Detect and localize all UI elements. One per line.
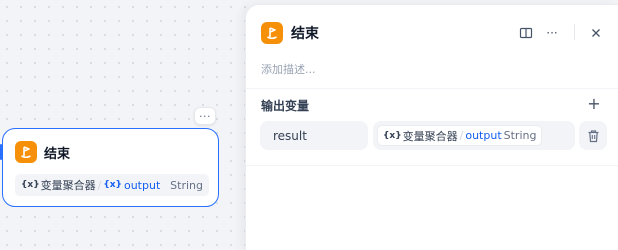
header-divider bbox=[574, 24, 575, 40]
panel-title[interactable]: 结束 bbox=[291, 23, 319, 43]
panel-end-icon bbox=[261, 22, 283, 44]
add-variable-button[interactable]: + bbox=[586, 96, 602, 113]
output-value-selector[interactable]: {x} 变量聚合器 / output String bbox=[373, 121, 575, 150]
variable-name: output bbox=[465, 129, 502, 142]
variable-source: 变量聚合器 bbox=[40, 179, 96, 192]
section-divider bbox=[246, 165, 618, 166]
output-name-input[interactable]: result bbox=[260, 121, 368, 150]
variable-icon: {x} bbox=[21, 180, 40, 190]
variable-source: 变量聚合器 bbox=[402, 129, 458, 143]
variable-name: output bbox=[123, 178, 161, 192]
node-title: 结束 bbox=[44, 146, 71, 162]
node-variable-row: {x} 变量聚合器 / {x} output String bbox=[15, 174, 209, 196]
node-settings-panel: 结束 ··· 添加描述... 输出变量 + result {x} 变量聚合器 /… bbox=[245, 4, 618, 250]
node-header: 结束 bbox=[15, 141, 70, 163]
output-variables-title: 输出变量 bbox=[261, 99, 310, 113]
section-divider bbox=[246, 88, 618, 89]
book-icon[interactable] bbox=[517, 24, 535, 42]
end-node[interactable]: 结束 {x} 变量聚合器 / {x} output String bbox=[2, 128, 219, 207]
variable-separator: / bbox=[459, 129, 464, 142]
more-options-icon[interactable]: ··· bbox=[542, 24, 562, 42]
variable-separator: / bbox=[97, 178, 102, 192]
variable-icon: {x} bbox=[383, 130, 402, 141]
trash-icon[interactable] bbox=[579, 121, 607, 150]
variable-type: String bbox=[503, 129, 537, 142]
variable-output-icon: {x} bbox=[103, 180, 122, 190]
variable-chip: {x} 变量聚合器 / output String bbox=[377, 125, 543, 146]
description-input[interactable]: 添加描述... bbox=[261, 61, 316, 77]
node-more-button[interactable]: ··· bbox=[194, 107, 216, 125]
variable-type: String bbox=[170, 178, 203, 192]
end-node-icon bbox=[15, 141, 37, 163]
close-icon[interactable] bbox=[587, 24, 605, 42]
